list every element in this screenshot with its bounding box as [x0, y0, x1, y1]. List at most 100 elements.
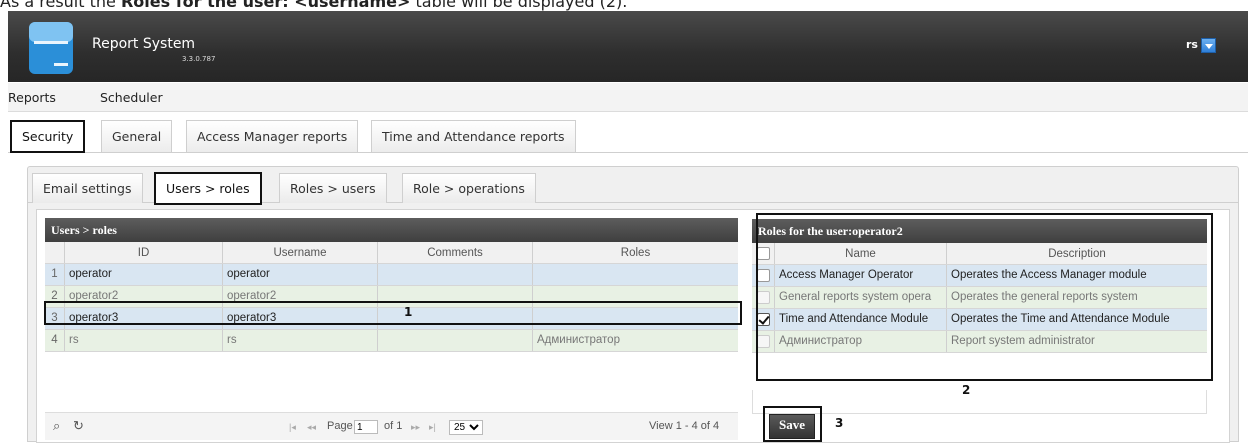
- roles-grid-footer: [752, 390, 1207, 414]
- save-button[interactable]: Save: [769, 414, 815, 439]
- users-grid-caption: Users > roles: [45, 218, 738, 242]
- role-checkbox[interactable]: [757, 291, 770, 304]
- page-size-select[interactable]: 25: [449, 420, 483, 435]
- cell-username: operator: [223, 264, 378, 285]
- cell-id: operator3: [65, 308, 223, 329]
- role-checkbox[interactable]: [757, 269, 770, 282]
- tab-roles-users[interactable]: Roles > users: [279, 173, 387, 203]
- tab-access-manager-reports[interactable]: Access Manager reports: [186, 120, 359, 152]
- page-number-input[interactable]: [354, 420, 378, 434]
- column-header-description[interactable]: Description: [947, 243, 1207, 264]
- cell-id: operator2: [65, 286, 223, 307]
- cell-username: operator2: [223, 286, 378, 307]
- security-subtabs: Email settings Users > roles Roles > use…: [28, 167, 1238, 205]
- cell-comments: [378, 308, 533, 329]
- table-row[interactable]: 3 operator3 operator3: [45, 308, 738, 330]
- checkbox-cell: [752, 287, 775, 308]
- page-label: Page: [327, 420, 353, 432]
- row-number: 4: [45, 330, 65, 351]
- main-menu: Reports Scheduler: [8, 83, 1248, 112]
- role-checkbox[interactable]: [757, 335, 770, 348]
- users-roles-content: Users > roles ID Username Comments Roles…: [36, 209, 1230, 443]
- next-page-icon[interactable]: ▸▸: [411, 422, 420, 433]
- column-header-name[interactable]: Name: [775, 243, 947, 264]
- records-view-info: View 1 - 4 of 4: [649, 420, 720, 432]
- role-name: Access Manager Operator: [775, 265, 947, 286]
- checkbox-cell: [752, 331, 775, 352]
- app-version: 3.3.0.787: [182, 55, 216, 63]
- app-header: Report System 3.3.0.787 rs: [8, 11, 1248, 82]
- current-user[interactable]: rs: [1186, 38, 1198, 51]
- cell-username: rs: [223, 330, 378, 351]
- checkbox-cell: [752, 265, 775, 286]
- roles-grid-caption: Roles for the user:operator2: [752, 219, 1207, 243]
- page-count: of 1: [384, 420, 403, 432]
- column-header-roles[interactable]: Roles: [533, 242, 738, 263]
- menu-item-scheduler[interactable]: Scheduler: [100, 90, 163, 105]
- refresh-icon[interactable]: ↻: [73, 418, 84, 434]
- select-all-checkbox[interactable]: [757, 247, 770, 260]
- user-menu-chevron-down-icon[interactable]: [1201, 38, 1216, 53]
- role-name: General reports system opera: [775, 287, 947, 308]
- role-description: Report system administrator: [951, 335, 1095, 347]
- security-panel: Email settings Users > roles Roles > use…: [27, 166, 1239, 443]
- rownum-header: [45, 242, 65, 263]
- menu-item-reports[interactable]: Reports: [8, 90, 56, 105]
- role-row[interactable]: Администратор Report system administrato…: [752, 331, 1207, 353]
- cell-roles: [533, 308, 738, 329]
- document-caption: As a result the Roles for the user: <use…: [0, 0, 1256, 11]
- select-all-column: [752, 243, 775, 264]
- callout-1: 1: [404, 305, 413, 319]
- row-number: 3: [45, 308, 65, 329]
- cell-comments: [378, 330, 533, 351]
- search-icon[interactable]: ⌕: [53, 418, 60, 434]
- top-tabs: Security General Access Manager reports …: [8, 113, 1248, 153]
- users-roles-grid: Users > roles ID Username Comments Roles…: [45, 218, 738, 440]
- caption-bold: Roles for the user: <username>: [120, 0, 411, 11]
- cell-comments: [378, 286, 533, 307]
- role-name: Администратор: [775, 331, 947, 352]
- role-name: Time and Attendance Module: [775, 309, 947, 330]
- role-checkbox-checked[interactable]: [757, 313, 770, 326]
- tab-time-and-attendance-reports[interactable]: Time and Attendance reports: [371, 120, 576, 152]
- prev-page-icon[interactable]: ◂◂: [307, 422, 316, 433]
- role-description: Operates the Time and Attendance Module: [951, 313, 1170, 325]
- checkbox-cell: [752, 309, 775, 330]
- app-title: Report System: [92, 36, 196, 52]
- callout-2: 2: [962, 383, 971, 397]
- tab-security[interactable]: Security: [10, 120, 86, 153]
- roles-grid-header: Name Description: [752, 243, 1207, 265]
- cell-id: rs: [65, 330, 223, 351]
- cell-username: operator3: [223, 308, 378, 329]
- caption-suffix: table will be displayed (2).: [415, 0, 628, 11]
- table-row[interactable]: 1 operator operator: [45, 264, 738, 286]
- cell-roles: Администратор: [537, 334, 620, 346]
- callout-3: 3: [835, 416, 844, 430]
- cell-roles: [533, 264, 738, 285]
- column-header-comments[interactable]: Comments: [378, 242, 533, 263]
- tab-email-settings[interactable]: Email settings: [32, 173, 143, 203]
- first-page-icon[interactable]: |◂: [289, 422, 296, 433]
- report-system-logo-icon: [29, 22, 73, 74]
- role-description: Operates the Access Manager module: [951, 269, 1147, 281]
- tab-role-operations[interactable]: Role > operations: [402, 173, 536, 203]
- last-page-icon[interactable]: ▸|: [429, 422, 436, 433]
- cell-roles: [533, 286, 738, 307]
- caption-prefix: As a result the: [0, 0, 116, 11]
- role-row[interactable]: Time and Attendance Module Operates the …: [752, 309, 1207, 331]
- roles-for-user-grid: Roles for the user:operator2 Name Descri…: [752, 219, 1207, 385]
- table-row-selected[interactable]: 2 operator2 operator2: [45, 286, 738, 308]
- role-row[interactable]: General reports system opera Operates th…: [752, 287, 1207, 309]
- role-row[interactable]: Access Manager Operator Operates the Acc…: [752, 265, 1207, 287]
- cell-comments: [378, 264, 533, 285]
- column-header-id[interactable]: ID: [65, 242, 223, 263]
- column-header-username[interactable]: Username: [223, 242, 378, 263]
- tab-users-roles[interactable]: Users > roles: [154, 172, 262, 205]
- row-number: 1: [45, 264, 65, 285]
- table-row[interactable]: 4 rs rs Администратор: [45, 330, 738, 352]
- users-grid-header: ID Username Comments Roles: [45, 242, 738, 264]
- role-description: Operates the general reports system: [951, 291, 1138, 303]
- cell-id: operator: [65, 264, 223, 285]
- users-grid-pager: ⌕ ↻ |◂ ◂◂ Page of 1 ▸▸ ▸| 25 View 1 - 4 …: [45, 412, 738, 440]
- tab-general[interactable]: General: [101, 120, 173, 152]
